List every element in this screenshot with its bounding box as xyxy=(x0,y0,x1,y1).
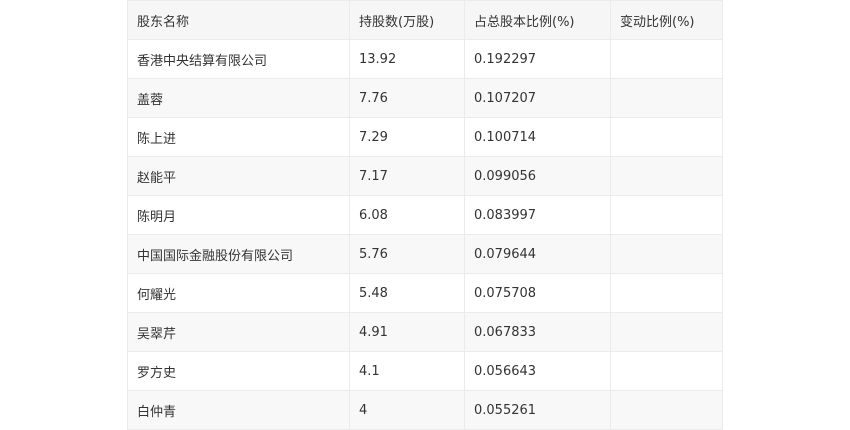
cell-change-ratio xyxy=(610,195,723,235)
cell-change-ratio xyxy=(610,117,723,157)
table-row: 何耀光 5.48 0.075708 xyxy=(127,273,723,313)
cell-change-ratio xyxy=(610,351,723,391)
cell-change-ratio xyxy=(610,156,723,196)
cell-change-ratio xyxy=(610,78,723,118)
cell-share-ratio: 0.075708 xyxy=(464,273,611,313)
table-row: 罗方史 4.1 0.056643 xyxy=(127,351,723,391)
table-row: 香港中央结算有限公司 13.92 0.192297 xyxy=(127,39,723,79)
cell-shareholder-name: 白仲青 xyxy=(127,390,350,430)
table-row: 陈明月 6.08 0.083997 xyxy=(127,195,723,235)
cell-shareholder-name: 赵能平 xyxy=(127,156,350,196)
cell-share-ratio: 0.192297 xyxy=(464,39,611,79)
table-row: 白仲青 4 0.055261 xyxy=(127,390,723,430)
header-shares-held: 持股数(万股) xyxy=(349,0,465,40)
table-header-row: 股东名称 持股数(万股) 占总股本比例(%) 变动比例(%) xyxy=(127,0,723,40)
cell-change-ratio xyxy=(610,312,723,352)
cell-shareholder-name: 香港中央结算有限公司 xyxy=(127,39,350,79)
cell-shareholder-name: 陈上进 xyxy=(127,117,350,157)
cell-share-ratio: 0.079644 xyxy=(464,234,611,274)
cell-shareholder-name: 陈明月 xyxy=(127,195,350,235)
cell-shares-held: 6.08 xyxy=(349,195,465,235)
table-row: 吴翠芹 4.91 0.067833 xyxy=(127,312,723,352)
cell-shareholder-name: 盖蓉 xyxy=(127,78,350,118)
shareholder-table: 股东名称 持股数(万股) 占总股本比例(%) 变动比例(%) 香港中央结算有限公… xyxy=(127,0,723,430)
cell-share-ratio: 0.056643 xyxy=(464,351,611,391)
header-share-ratio: 占总股本比例(%) xyxy=(464,0,611,40)
table-row: 陈上进 7.29 0.100714 xyxy=(127,117,723,157)
cell-share-ratio: 0.099056 xyxy=(464,156,611,196)
cell-change-ratio xyxy=(610,39,723,79)
cell-shares-held: 7.76 xyxy=(349,78,465,118)
cell-shares-held: 7.29 xyxy=(349,117,465,157)
cell-change-ratio xyxy=(610,234,723,274)
shareholder-table-container: 股东名称 持股数(万股) 占总股本比例(%) 变动比例(%) 香港中央结算有限公… xyxy=(127,0,723,430)
cell-shares-held: 4.1 xyxy=(349,351,465,391)
cell-shares-held: 4 xyxy=(349,390,465,430)
cell-share-ratio: 0.055261 xyxy=(464,390,611,430)
cell-share-ratio: 0.083997 xyxy=(464,195,611,235)
cell-shareholder-name: 何耀光 xyxy=(127,273,350,313)
cell-share-ratio: 0.107207 xyxy=(464,78,611,118)
cell-shares-held: 5.76 xyxy=(349,234,465,274)
header-shareholder-name: 股东名称 xyxy=(127,0,350,40)
header-change-ratio: 变动比例(%) xyxy=(610,0,723,40)
cell-change-ratio xyxy=(610,390,723,430)
table-row: 中国国际金融股份有限公司 5.76 0.079644 xyxy=(127,234,723,274)
cell-shares-held: 7.17 xyxy=(349,156,465,196)
cell-shares-held: 13.92 xyxy=(349,39,465,79)
table-row: 盖蓉 7.76 0.107207 xyxy=(127,78,723,118)
cell-shareholder-name: 中国国际金融股份有限公司 xyxy=(127,234,350,274)
table-row: 赵能平 7.17 0.099056 xyxy=(127,156,723,196)
cell-shareholder-name: 吴翠芹 xyxy=(127,312,350,352)
cell-share-ratio: 0.100714 xyxy=(464,117,611,157)
cell-change-ratio xyxy=(610,273,723,313)
cell-shareholder-name: 罗方史 xyxy=(127,351,350,391)
cell-shares-held: 4.91 xyxy=(349,312,465,352)
cell-shares-held: 5.48 xyxy=(349,273,465,313)
cell-share-ratio: 0.067833 xyxy=(464,312,611,352)
